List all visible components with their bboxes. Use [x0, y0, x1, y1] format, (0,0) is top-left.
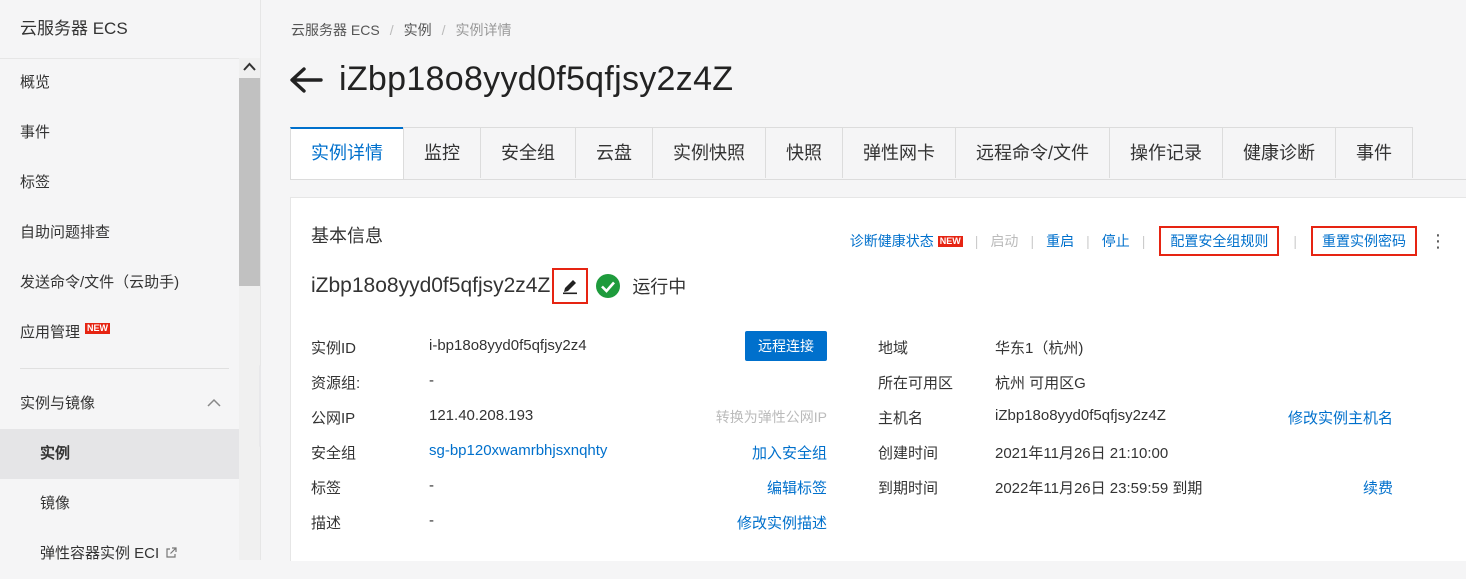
check-circle-icon — [596, 274, 621, 298]
edit-name-button[interactable] — [552, 268, 589, 304]
pencil-icon — [563, 280, 578, 295]
back-arrow-icon[interactable] — [289, 65, 323, 95]
hostname-label: 主机名 — [878, 410, 924, 427]
sidebar: 云服务器 ECS 概览 事件 标签 自助问题排查 发送命令/文件（云助手) 应用… — [0, 0, 261, 562]
tab-instance-snapshots[interactable]: 实例快照 — [652, 127, 766, 178]
expire-time-label: 到期时间 — [878, 480, 939, 497]
zone-value: 杭州 可用区G — [995, 375, 1086, 392]
external-link-icon — [166, 547, 177, 558]
tab-remote-commands[interactable]: 远程命令/文件 — [955, 127, 1111, 178]
description-value: - — [429, 512, 434, 529]
breadcrumb-instances[interactable]: 实例 — [404, 22, 432, 38]
page-title: iZbp18o8yyd0f5qfjsy2z4Z — [339, 60, 734, 98]
sidebar-scrollbar[interactable] — [239, 58, 260, 560]
sidebar-divider — [20, 368, 229, 369]
region-label: 地域 — [878, 340, 909, 357]
hostname-value: iZbp18o8yyd0f5qfjsy2z4Z — [995, 407, 1166, 424]
scrollbar-thumb[interactable] — [239, 78, 260, 286]
sidebar-item-overview[interactable]: 概览 — [0, 58, 239, 108]
scroll-up-icon[interactable] — [243, 62, 256, 72]
section-title: 基本信息 — [311, 226, 383, 246]
new-badge: NEW — [85, 323, 111, 334]
sidebar-item-instances[interactable]: 实例 — [0, 429, 239, 479]
security-group-label: 安全组 — [311, 445, 357, 462]
chevron-up-icon — [207, 398, 221, 407]
convert-to-eip-link[interactable]: 转换为弹性公网IP — [716, 407, 827, 427]
breadcrumb-current: 实例详情 — [455, 22, 512, 38]
resource-group-value: - — [429, 372, 434, 389]
sidebar-title: 云服务器 ECS — [0, 0, 260, 59]
action-bar: 诊断健康状态 NEW | 启动 | 重启 | 停止 | 配置安全组规则 | 重置实… — [850, 226, 1447, 256]
edit-tags-link[interactable]: 编辑标签 — [767, 477, 827, 498]
created-time-value: 2021年11月26日 21:10:00 — [995, 445, 1169, 462]
breadcrumb: 云服务器 ECS / 实例 / 实例详情 — [291, 22, 512, 38]
tab-bar: 实例详情 监控 安全组 云盘 实例快照 快照 弹性网卡 远程命令/文件 操作记录… — [290, 127, 1466, 180]
main-content: 云服务器 ECS / 实例 / 实例详情 iZbp18o8yyd0f5qfjsy2z4Z… — [261, 0, 1466, 561]
description-label: 描述 — [311, 515, 342, 532]
tab-monitoring[interactable]: 监控 — [403, 127, 481, 178]
instance-name: iZbp18o8yyd0f5qfjsy2z4Z — [311, 274, 551, 297]
edit-description-link[interactable]: 修改实例描述 — [737, 512, 827, 533]
instance-header: iZbp18o8yyd0f5qfjsy2z4Z 运行中 — [311, 268, 686, 304]
instance-id-label: 实例ID — [311, 340, 357, 357]
public-ip-label: 公网IP — [311, 410, 356, 427]
instance-id-value: i-bp18o8yyd0f5qfjsy2z4 — [429, 337, 587, 354]
basic-info-panel: 基本信息 诊断健康状态 NEW | 启动 | 重启 | 停止 | 配置安全组规则 … — [290, 197, 1466, 561]
tags-label: 标签 — [311, 480, 342, 497]
tab-events[interactable]: 事件 — [1335, 127, 1414, 178]
public-ip-value: 121.40.208.193 — [429, 407, 534, 424]
zone-label: 所在可用区 — [878, 375, 954, 392]
config-security-group-rules-link[interactable]: 配置安全组规则 — [1159, 226, 1280, 256]
tab-operation-logs[interactable]: 操作记录 — [1109, 127, 1224, 178]
more-options-icon[interactable]: ⋮ — [1429, 232, 1447, 250]
expire-time-value: 2022年11月26日 23:59:59 到期 — [995, 480, 1203, 497]
security-group-link[interactable]: sg-bp120xwamrbhjsxnqhty — [429, 442, 607, 459]
sidebar-item-troubleshoot[interactable]: 自助问题排查 — [0, 208, 239, 258]
breadcrumb-ecs[interactable]: 云服务器 ECS — [291, 22, 380, 38]
new-badge: NEW — [937, 235, 963, 247]
tab-instance-details[interactable]: 实例详情 — [290, 127, 404, 179]
sidebar-item-send-command[interactable]: 发送命令/文件（云助手) — [0, 258, 239, 308]
resource-group-label: 资源组: — [311, 375, 361, 392]
sidebar-item-eci[interactable]: 弹性容器实例 ECI — [0, 529, 239, 579]
tab-snapshots[interactable]: 快照 — [765, 127, 843, 178]
sidebar-item-events[interactable]: 事件 — [0, 108, 239, 158]
tags-value: - — [429, 477, 434, 494]
title-row: iZbp18o8yyd0f5qfjsy2z4Z — [289, 60, 733, 99]
region-value: 华东1（杭州) — [995, 340, 1084, 357]
sidebar-item-tags[interactable]: 标签 — [0, 158, 239, 208]
join-security-group-link[interactable]: 加入安全组 — [752, 442, 827, 463]
restart-button[interactable]: 重启 — [1046, 231, 1074, 251]
sidebar-item-images[interactable]: 镜像 — [0, 479, 239, 529]
reset-instance-password-link[interactable]: 重置实例密码 — [1311, 226, 1417, 256]
sidebar-group-instances-images[interactable]: 实例与镜像 — [0, 379, 239, 429]
edit-hostname-link[interactable]: 修改实例主机名 — [1288, 407, 1393, 428]
created-time-label: 创建时间 — [878, 445, 939, 462]
tab-health-diagnosis[interactable]: 健康诊断 — [1222, 127, 1337, 178]
tab-eni[interactable]: 弹性网卡 — [842, 127, 956, 178]
stop-button[interactable]: 停止 — [1102, 231, 1130, 251]
status-text: 运行中 — [632, 277, 687, 297]
diagnose-health-link[interactable]: 诊断健康状态 — [850, 231, 934, 251]
sidebar-item-app-management[interactable]: 应用管理 NEW — [0, 308, 239, 358]
start-button[interactable]: 启动 — [990, 231, 1018, 251]
renew-link[interactable]: 续费 — [1363, 477, 1393, 498]
tab-security-groups[interactable]: 安全组 — [480, 127, 576, 178]
remote-connect-button[interactable]: 远程连接 — [745, 331, 827, 361]
tab-disks[interactable]: 云盘 — [575, 127, 653, 178]
